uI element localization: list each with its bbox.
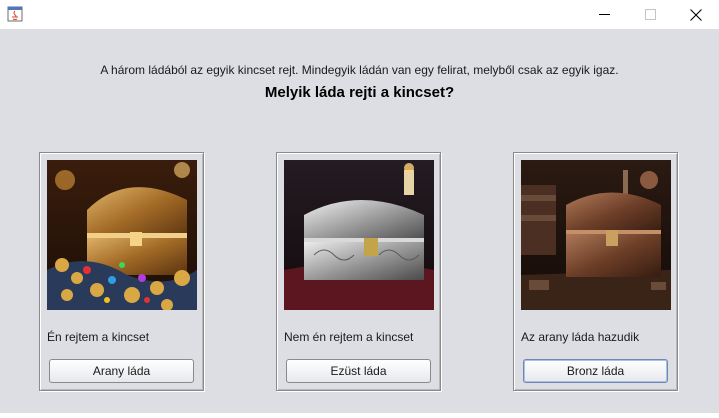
title-bar xyxy=(0,0,719,29)
chest-panel-bronze: Az arany láda hazudik Bronz láda xyxy=(513,152,678,391)
minimize-icon xyxy=(598,9,610,20)
chest-inscription-silver: Nem én rejtem a kincset xyxy=(284,330,414,344)
silver-chest-button[interactable]: Ezüst láda xyxy=(286,359,431,383)
silver-chest-image xyxy=(284,160,434,310)
window-bottom-border xyxy=(0,413,719,418)
gold-chest-button[interactable]: Arany láda xyxy=(49,359,194,383)
bronze-chest-image xyxy=(521,160,671,310)
java-app-icon xyxy=(7,6,23,22)
bronze-chest-button[interactable]: Bronz láda xyxy=(523,359,668,383)
maximize-button[interactable] xyxy=(627,0,673,29)
gold-chest-image xyxy=(47,160,197,310)
chest-inscription-bronze: Az arany láda hazudik xyxy=(521,330,640,344)
main-content: A három ládából az egyik kincset rejt. M… xyxy=(0,29,719,413)
puzzle-question: Melyik láda rejti a kincset? xyxy=(264,84,455,101)
chest-panel-silver: Nem én rejtem a kincset Ezüst láda xyxy=(276,152,441,391)
chest-panel-gold: Én rejtem a kincset Arany láda xyxy=(39,152,204,391)
close-button[interactable] xyxy=(673,0,719,29)
puzzle-description: A három ládából az egyik kincset rejt. M… xyxy=(100,63,619,77)
close-icon xyxy=(690,8,702,21)
maximize-icon xyxy=(644,9,656,20)
chest-inscription-gold: Én rejtem a kincset xyxy=(47,330,150,344)
minimize-button[interactable] xyxy=(581,0,627,29)
